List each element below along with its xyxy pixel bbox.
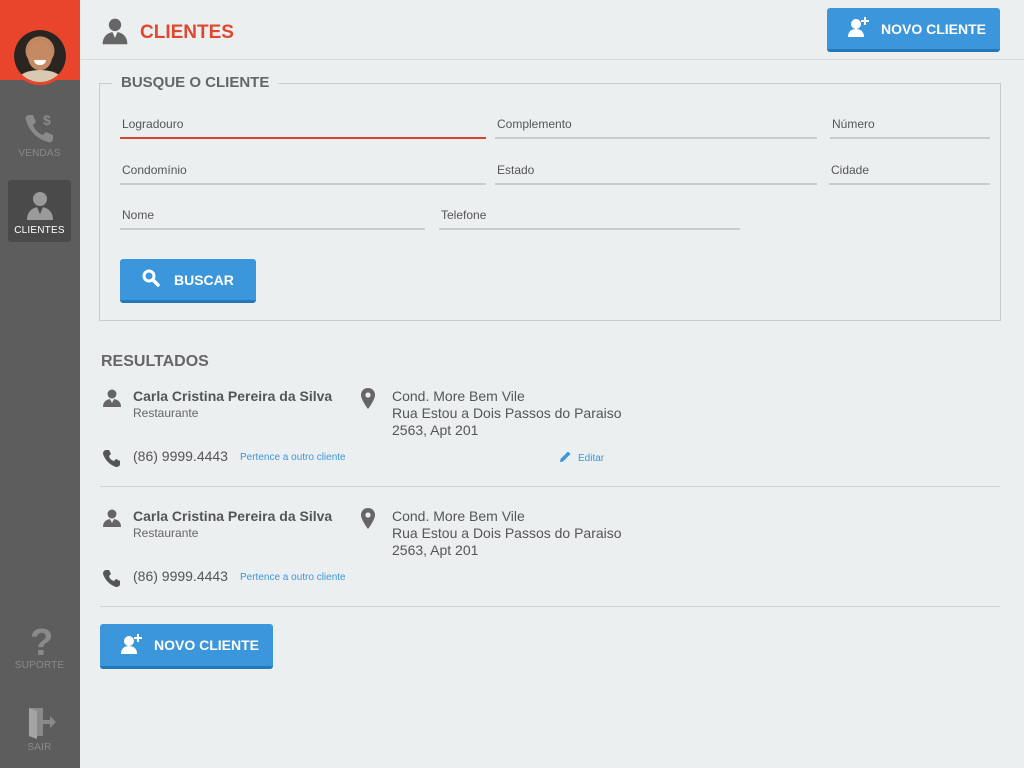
page-header: CLIENTES NOVO CLIENTE [80, 0, 1024, 60]
cidade-input[interactable] [829, 163, 990, 177]
result-name: Carla Cristina Pereira da Silva [133, 388, 333, 404]
sidebar-item-clientes[interactable]: CLIENTES [8, 180, 71, 242]
numero-input[interactable] [830, 117, 990, 131]
divider [100, 486, 1000, 487]
phone-icon [102, 568, 122, 593]
question-icon: ? [23, 622, 57, 664]
condominio-field[interactable] [120, 161, 486, 185]
result-address: Cond. More Bem Vile Rua Estou a Dois Pas… [392, 388, 622, 439]
complemento-field[interactable] [495, 115, 817, 139]
numero-field[interactable] [830, 115, 990, 139]
sidebar-item-suporte[interactable]: ? SUPORTE [8, 615, 71, 677]
divider [100, 606, 1000, 607]
complemento-input[interactable] [495, 117, 817, 131]
nome-input[interactable] [120, 208, 425, 222]
address-line: 2563, Apt 201 [392, 542, 479, 558]
address-line: Cond. More Bem Vile [392, 508, 525, 524]
cidade-field[interactable] [829, 161, 990, 185]
new-client-button[interactable]: NOVO CLIENTE [100, 624, 273, 669]
address-line: Cond. More Bem Vile [392, 388, 525, 404]
add-user-icon [847, 15, 871, 42]
logradouro-field[interactable] [120, 115, 486, 139]
telefone-input[interactable] [439, 208, 740, 222]
nome-field[interactable] [120, 206, 425, 230]
person-icon [100, 16, 130, 51]
search-icon [142, 269, 160, 290]
pencil-icon [559, 450, 572, 466]
location-pin-icon [361, 388, 375, 415]
result-phone: (86) 9999.4443 [133, 568, 228, 584]
sidebar: $ VENDAS CLIENTES ? SUPORTE SAIR [0, 0, 80, 768]
edit-label: Editar [578, 452, 605, 464]
condominio-input[interactable] [120, 163, 486, 177]
sidebar-item-vendas[interactable]: $ VENDAS [8, 103, 71, 165]
exit-door-icon [23, 705, 57, 744]
location-pin-icon [361, 508, 375, 535]
edit-button[interactable]: Editar [559, 450, 604, 466]
sidebar-item-sair[interactable]: SAIR [8, 697, 71, 759]
new-client-label: NOVO CLIENTE [881, 20, 987, 37]
phone-dollar-icon: $ [23, 111, 57, 150]
result-type: Restaurante [133, 526, 199, 540]
result-name: Carla Cristina Pereira da Silva [133, 508, 333, 524]
page-title: CLIENTES [140, 22, 234, 43]
result-type: Restaurante [133, 406, 199, 420]
telefone-field[interactable] [439, 206, 740, 230]
search-button[interactable]: BUSCAR [120, 259, 256, 303]
new-client-button[interactable]: NOVO CLIENTE [827, 8, 1000, 52]
result-phone: (86) 9999.4443 [133, 448, 228, 464]
results-title: RESULTADOS [101, 353, 209, 370]
search-button-label: BUSCAR [174, 271, 234, 288]
person-icon [23, 188, 57, 227]
result-item[interactable]: Carla Cristina Pereira da Silva Restaura… [100, 502, 1000, 607]
address-line: Rua Estou a Dois Passos do Paraiso [392, 525, 622, 541]
svg-text:?: ? [30, 623, 53, 659]
new-client-label: NOVO CLIENTE [154, 637, 260, 653]
search-legend: BUSQUE O CLIENTE [112, 74, 279, 91]
person-icon [102, 508, 122, 533]
svg-text:$: $ [43, 112, 51, 128]
add-user-icon [120, 632, 144, 659]
logradouro-input[interactable] [120, 117, 486, 131]
estado-field[interactable] [495, 161, 817, 185]
other-client-link[interactable]: Pertence a outro cliente [240, 572, 346, 583]
address-line: Rua Estou a Dois Passos do Paraiso [392, 405, 622, 421]
result-item[interactable]: Carla Cristina Pereira da Silva Restaura… [100, 382, 1000, 487]
result-address: Cond. More Bem Vile Rua Estou a Dois Pas… [392, 508, 622, 559]
avatar[interactable] [11, 27, 69, 85]
estado-input[interactable] [495, 163, 817, 177]
person-icon [102, 388, 122, 413]
other-client-link[interactable]: Pertence a outro cliente [240, 452, 346, 463]
phone-icon [102, 448, 122, 473]
address-line: 2563, Apt 201 [392, 422, 479, 438]
